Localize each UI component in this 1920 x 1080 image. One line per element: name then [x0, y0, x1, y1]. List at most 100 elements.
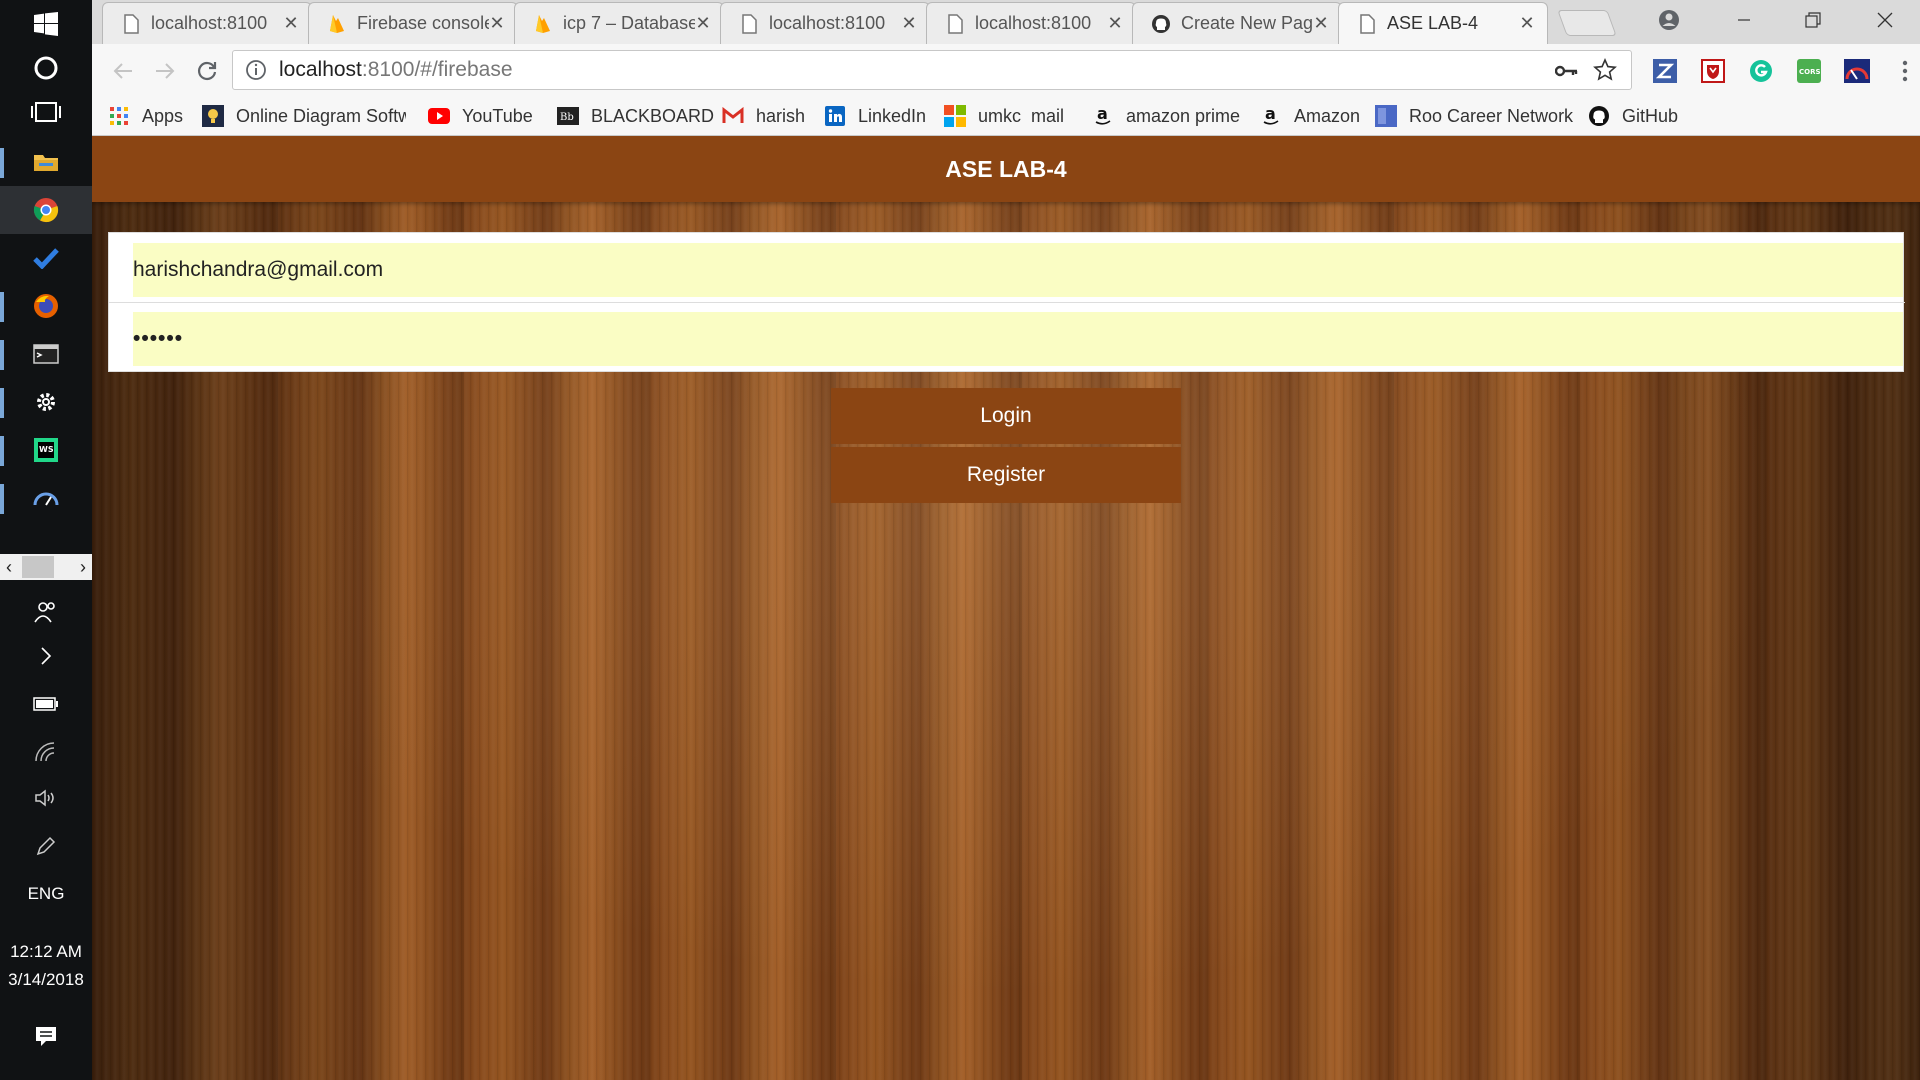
browser-tab-strip: localhost:8100 ✕ Firebase console ✕ icp …: [92, 0, 1920, 44]
tab-ase-lab-4[interactable]: ASE LAB-4 ✕: [1338, 2, 1548, 44]
bookmark-label: GitHub: [1622, 105, 1679, 126]
bookmark-youtube[interactable]: YouTube: [428, 102, 533, 130]
address-bar[interactable]: localhost:8100/#/firebase: [232, 50, 1632, 90]
info-icon[interactable]: [245, 59, 267, 81]
people-button[interactable]: [0, 588, 92, 636]
bookmark-amazon[interactable]: a Amazon: [1260, 102, 1360, 130]
password-input[interactable]: [133, 312, 1903, 366]
reload-icon: [197, 61, 217, 81]
minimize-button[interactable]: [1713, 0, 1775, 40]
scroll-right-icon[interactable]: ›: [80, 557, 86, 578]
email-input[interactable]: [133, 243, 1903, 297]
cors-icon: CORS: [1797, 59, 1821, 83]
wifi-button[interactable]: [0, 728, 92, 776]
pen-workspace-button[interactable]: [0, 822, 92, 870]
bookmark-label: Online Diagram Softw: [236, 105, 406, 126]
tab-close-icon[interactable]: ✕: [1519, 13, 1535, 34]
action-center-button[interactable]: [0, 1012, 92, 1060]
speed-extension-button[interactable]: [1844, 58, 1870, 84]
bookmark-harish-gmail[interactable]: harish: [722, 102, 805, 130]
login-button[interactable]: Login: [831, 388, 1181, 444]
tab-close-icon[interactable]: ✕: [1313, 13, 1329, 34]
firebase-icon: [536, 14, 550, 33]
tab-firebase-console[interactable]: Firebase console ✕: [308, 2, 518, 44]
zotero-extension-button[interactable]: [1652, 58, 1678, 84]
tab-close-icon[interactable]: ✕: [1107, 13, 1123, 34]
shield-icon: [1701, 59, 1725, 83]
battery-button[interactable]: [0, 680, 92, 728]
tab-close-icon[interactable]: ✕: [695, 13, 711, 34]
restore-button[interactable]: [1782, 0, 1844, 40]
apps-grid-icon: [108, 105, 130, 127]
key-icon[interactable]: [1555, 64, 1579, 78]
tab-create-new-page[interactable]: Create New Page ✕: [1132, 2, 1342, 44]
profile-button[interactable]: [1638, 0, 1700, 40]
svg-text:WS: WS: [39, 445, 54, 454]
tab-localhost-1[interactable]: localhost:8100 ✕: [102, 2, 312, 44]
taskbar-scrollbar[interactable]: ‹ ›: [0, 554, 92, 580]
new-tab-button[interactable]: [1557, 10, 1617, 36]
firefox-taskbar-button[interactable]: [0, 282, 92, 330]
register-button[interactable]: Register: [831, 447, 1181, 503]
email-field[interactable]: [133, 243, 1903, 297]
bookmark-label: Apps: [142, 105, 184, 126]
volume-button[interactable]: [0, 774, 92, 822]
scroll-left-icon[interactable]: ‹: [6, 557, 12, 578]
start-button[interactable]: [0, 0, 92, 48]
scroll-thumb[interactable]: [22, 556, 54, 578]
grammarly-extension-button[interactable]: [1748, 58, 1774, 84]
page-icon: [742, 13, 757, 34]
checkmark-icon: [33, 248, 59, 269]
password-field[interactable]: [133, 312, 1903, 366]
todo-taskbar-button[interactable]: [0, 234, 92, 282]
bookmark-github[interactable]: GitHub: [1588, 102, 1678, 130]
tab-title: Firebase console: [357, 13, 489, 33]
settings-taskbar-button[interactable]: [0, 378, 92, 426]
windows-taskbar: WS ‹ › ENG 12:12 AM 3/14/2018: [0, 0, 92, 1080]
bookmark-amazon-prime[interactable]: a amazon prime: [1092, 102, 1240, 130]
pen-icon: [36, 836, 56, 856]
bookmark-label: BLACKBOARD: [591, 105, 715, 126]
star-icon[interactable]: [1593, 58, 1617, 82]
show-hidden-icons-button[interactable]: [0, 632, 92, 680]
bookmark-online-diagram[interactable]: Online Diagram Softw: [202, 102, 406, 130]
gear-icon: [37, 393, 55, 411]
task-view-button[interactable]: [0, 88, 92, 136]
back-button[interactable]: [106, 54, 140, 88]
speedometer-taskbar-button[interactable]: [0, 474, 92, 522]
clock-time[interactable]: 12:12 AM: [0, 942, 92, 962]
webstorm-taskbar-button[interactable]: WS: [0, 426, 92, 474]
close-window-button[interactable]: [1854, 0, 1916, 40]
windows-logo-icon: [34, 12, 58, 36]
folder-icon: [34, 155, 58, 171]
tab-close-icon[interactable]: ✕: [283, 13, 299, 34]
tab-icp7-database[interactable]: icp 7 – Database ✕: [514, 2, 724, 44]
forward-button[interactable]: [148, 54, 182, 88]
cortana-button[interactable]: [0, 44, 92, 92]
bookmark-linkedin[interactable]: LinkedIn: [824, 102, 926, 130]
mcafee-extension-button[interactable]: [1700, 58, 1726, 84]
speaker-icon: [35, 789, 54, 807]
cors-extension-button[interactable]: CORS: [1796, 58, 1822, 84]
tab-localhost-2[interactable]: localhost:8100 ✕: [720, 2, 930, 44]
chrome-taskbar-button[interactable]: [0, 186, 92, 234]
tab-title: Create New Page: [1181, 13, 1313, 33]
bookmark-blackboard[interactable]: Bb BLACKBOARD: [557, 102, 714, 130]
terminal-taskbar-button[interactable]: [0, 330, 92, 378]
tab-localhost-3[interactable]: localhost:8100 ✕: [926, 2, 1136, 44]
chrome-menu-button[interactable]: [1892, 58, 1918, 84]
input-language[interactable]: ENG: [0, 884, 92, 904]
reload-button[interactable]: [190, 54, 224, 88]
minimize-icon: [1738, 19, 1750, 21]
tab-close-icon[interactable]: ✕: [901, 13, 917, 34]
app-header-bar: ASE LAB-4: [92, 136, 1920, 202]
clock-date[interactable]: 3/14/2018: [0, 970, 92, 990]
file-explorer-button[interactable]: [0, 138, 92, 186]
field-divider: [109, 302, 1905, 303]
bookmark-roo-career-network[interactable]: Roo Career Network: [1375, 102, 1573, 130]
bookmark-apps[interactable]: Apps: [108, 102, 183, 130]
tab-close-icon[interactable]: ✕: [489, 13, 505, 34]
speedometer-icon: [33, 492, 59, 506]
bookmark-label: harish: [756, 105, 806, 126]
bookmark-umkc-mail[interactable]: umkc mail: [944, 102, 1064, 130]
